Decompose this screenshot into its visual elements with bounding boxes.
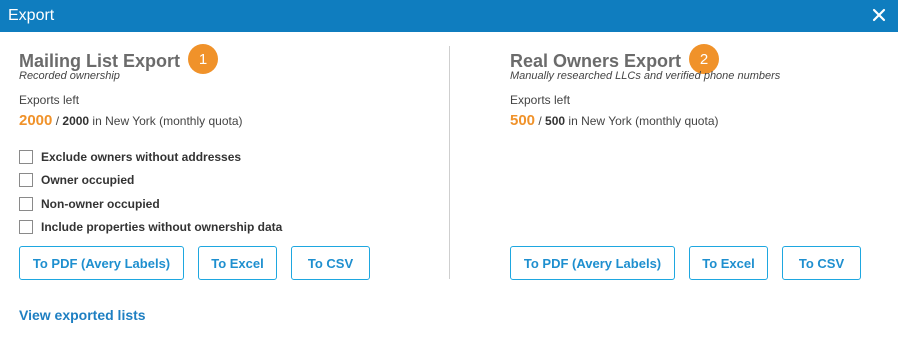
real-owners-to-csv-button[interactable]: To CSV <box>782 246 861 280</box>
mailing-quota-used: 2000 <box>19 112 53 129</box>
real-owners-quota-total: 500 <box>545 114 566 128</box>
panel-divider <box>449 46 450 279</box>
mailing-to-csv-button[interactable]: To CSV <box>291 246 370 280</box>
option-label: Exclude owners without addresses <box>41 149 242 164</box>
real-owners-quota-used: 500 <box>510 112 536 129</box>
mailing-to-excel-button[interactable]: To Excel <box>198 246 277 280</box>
mailing-quota-separator: / <box>52 114 63 128</box>
mailing-quota: 2000 / 2000 in New York (monthly quota) <box>19 112 243 129</box>
mailing-quota-total: 2000 <box>62 114 90 128</box>
owner-occupied-checkbox[interactable] <box>19 173 33 188</box>
mailing-to-pdf-button[interactable]: To PDF (Avery Labels) <box>19 246 184 280</box>
real-owners-quota: 500 / 500 in New York (monthly quota) <box>510 112 719 129</box>
option-exclude-no-address[interactable]: Exclude owners without addresses <box>19 145 282 169</box>
window-title: Export <box>8 7 55 24</box>
real-owners-to-pdf-button[interactable]: To PDF (Avery Labels) <box>510 246 675 280</box>
exclude-no-address-checkbox[interactable] <box>19 149 33 164</box>
mailing-options: Exclude owners without addresses Owner o… <box>19 145 282 239</box>
real-owners-exports-left-label: Exports left <box>510 93 571 107</box>
mailing-quota-suffix: in New York (monthly quota) <box>89 114 243 128</box>
option-include-no-ownership-data[interactable]: Include properties without ownership dat… <box>19 216 282 240</box>
option-non-owner-occupied[interactable]: Non-owner occupied <box>19 192 282 216</box>
option-owner-occupied[interactable]: Owner occupied <box>19 169 282 193</box>
window-titlebar: Export <box>0 0 898 32</box>
option-label: Include properties without ownership dat… <box>41 220 283 235</box>
view-exported-lists-link[interactable]: View exported lists <box>19 307 146 323</box>
close-icon[interactable] <box>870 6 888 24</box>
step-1-badge: 1 <box>188 44 219 74</box>
mailing-exports-left-label: Exports left <box>19 93 80 107</box>
include-no-ownership-data-checkbox[interactable] <box>19 220 33 235</box>
mailing-list-export-title: Mailing List Export <box>19 50 181 71</box>
option-label: Non-owner occupied <box>41 196 160 211</box>
real-owners-quota-separator: / <box>535 114 546 128</box>
real-owners-button-row: To PDF (Avery Labels) To Excel To CSV <box>510 246 875 280</box>
real-owners-to-excel-button[interactable]: To Excel <box>689 246 768 280</box>
real-owners-subtitle: Manually researched LLCs and verified ph… <box>510 70 781 82</box>
non-owner-occupied-checkbox[interactable] <box>19 196 33 211</box>
real-owners-export-title: Real Owners Export <box>510 50 682 71</box>
mailing-button-row: To PDF (Avery Labels) To Excel To CSV <box>19 246 384 280</box>
option-label: Owner occupied <box>41 173 135 188</box>
real-owners-quota-suffix: in New York (monthly quota) <box>565 114 719 128</box>
mailing-subtitle: Recorded ownership <box>19 70 120 82</box>
